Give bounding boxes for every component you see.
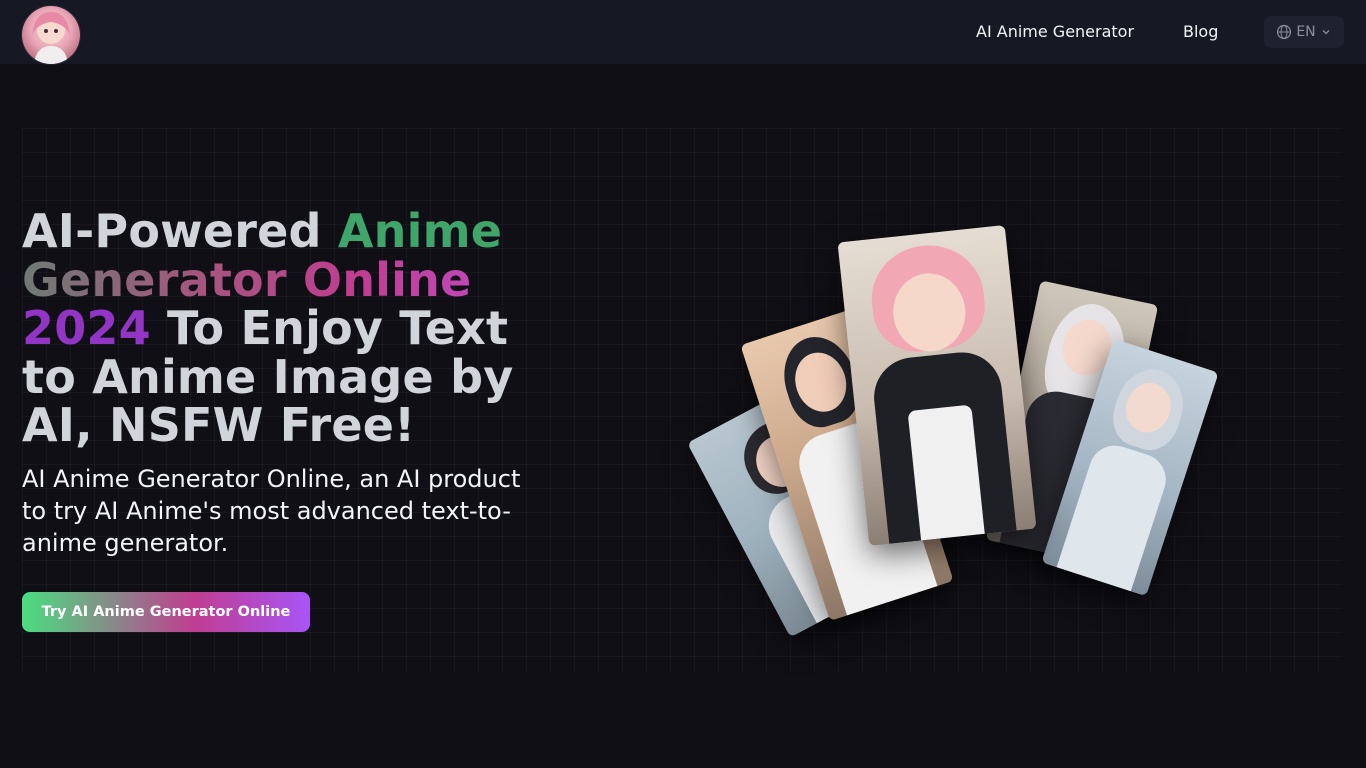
avatar-logo-icon[interactable]: [22, 6, 80, 64]
globe-icon: [1277, 24, 1292, 40]
nav-link-ai-anime-generator[interactable]: AI Anime Generator: [976, 20, 1134, 44]
nav-link-blog[interactable]: Blog: [1183, 20, 1218, 44]
logo-illustration: [32, 12, 70, 64]
language-label: EN: [1296, 24, 1316, 40]
try-generator-button[interactable]: Try AI Anime Generator Online: [22, 592, 310, 632]
headline-part-1: AI-Powered: [22, 204, 338, 258]
hero-subtext: AI Anime Generator Online, an AI product…: [22, 465, 521, 557]
headline-part-4: 2024: [22, 301, 151, 355]
card-apron: [907, 404, 985, 541]
top-navigation-bar: AI Anime Generator Blog EN: [0, 0, 1366, 64]
chevron-down-icon: [1322, 30, 1330, 35]
anime-card-3: [837, 225, 1037, 546]
headline-part-3: Generator Online: [22, 252, 472, 307]
headline-part-2: Anime: [337, 204, 503, 258]
hero-headline: AI-Powered Anime Generator Online 2024 To …: [22, 207, 562, 450]
language-selector[interactable]: EN: [1264, 16, 1344, 48]
